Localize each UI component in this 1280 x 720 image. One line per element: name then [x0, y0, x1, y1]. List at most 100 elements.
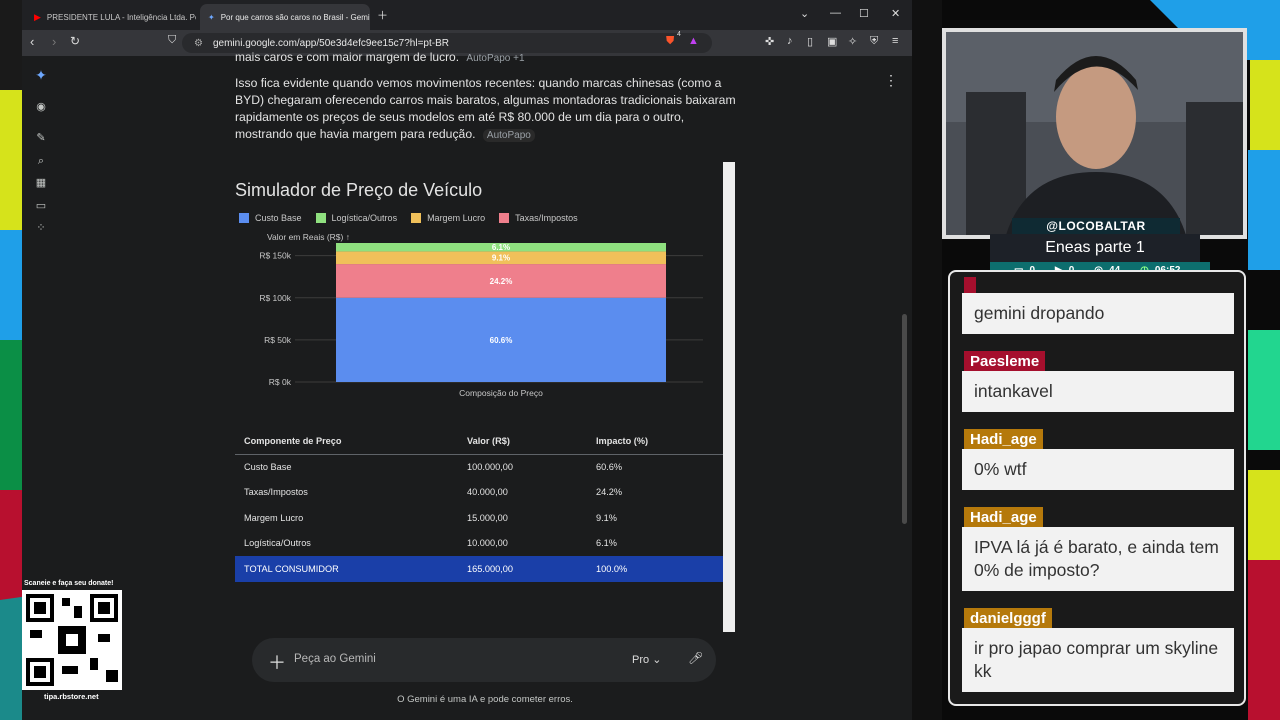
chat-message: ir pro japao comprar um skyline kk — [962, 628, 1234, 692]
donate-caption: Scaneie e faça seu donate! — [24, 580, 114, 587]
source-chip[interactable]: AutoPapo +1 — [466, 53, 524, 64]
table-total-row: TOTAL CONSUMIDOR 165.000,00 100.0% — [235, 556, 723, 582]
price-chart: Valor em Reais (R$) ↑ R$ 0k R$ 50k R$ 100k R… — [259, 232, 703, 398]
chat-message: IPVA lá já é barato, e ainda tem 0% de i… — [962, 527, 1234, 591]
chat-message: 0% wtf — [962, 449, 1234, 490]
brave-rewards-icon[interactable]: ▲ — [688, 35, 699, 47]
cell: 60.6% — [596, 462, 623, 472]
new-chat-icon[interactable]: ✎ — [34, 131, 48, 145]
reload-icon[interactable]: ↻ — [70, 34, 80, 48]
cell: 40.000,00 — [467, 487, 508, 498]
y-tick-label: R$ 100k — [259, 293, 291, 303]
legend-label: Margem Lucro — [427, 213, 486, 223]
cell: 9.1% — [596, 512, 617, 523]
tab-youtube[interactable]: ▶ PRESIDENTE LULA - Inteligência Ltda. P… — [26, 4, 196, 30]
legend-item[interactable]: Custo Base — [239, 213, 302, 223]
menu-icon[interactable]: ≡ — [892, 35, 898, 47]
source-chip[interactable]: AutoPapo — [482, 129, 535, 142]
webcam-feed — [942, 28, 1247, 239]
model-selector[interactable]: Pro ⌄ — [632, 653, 661, 666]
close-window-button[interactable]: ✕ — [891, 7, 900, 20]
previous-line: mais caros e com maior margem de lucro. … — [235, 50, 525, 64]
cell: Taxas/Impostos — [244, 487, 308, 498]
legend-item[interactable]: Logística/Outros — [315, 213, 398, 223]
search-icon[interactable]: ⌕ — [34, 154, 48, 168]
table-row: Margem Lucro 15.000,00 9.1% — [235, 505, 723, 531]
cell: TOTAL CONSUMIDOR — [235, 556, 458, 582]
data-label: 6.1% — [492, 243, 510, 252]
legend-item[interactable]: Margem Lucro — [411, 213, 485, 223]
header-impact: Impacto (%) — [587, 428, 723, 455]
gemini-page: ✦ ◉ ✎ ⌕ ▦ ▭ ⁘ ⋮ mais caros e com maior m… — [22, 50, 912, 720]
legend-label: Logística/Outros — [331, 213, 398, 223]
minimize-button[interactable]: — — [830, 7, 841, 19]
price-table: Componente de Preço Valor (R$) Impacto (… — [235, 428, 723, 582]
brave-shield-icon[interactable]: ⛊ — [666, 35, 674, 48]
table-header-row: Componente de Preço Valor (R$) Impacto (… — [235, 428, 723, 455]
apps-icon[interactable]: ⁘ — [34, 221, 48, 235]
canvas-scrollbar[interactable] — [723, 162, 735, 632]
browser-window: ▶ PRESIDENTE LULA - Inteligência Ltda. P… — [22, 0, 912, 720]
streamer-picture — [946, 32, 1243, 235]
gemini-logo-icon[interactable]: ✦ — [34, 68, 48, 82]
chat-username: Hadi_age — [964, 507, 1043, 529]
donate-qr-code[interactable] — [22, 590, 122, 690]
forward-icon[interactable]: › — [52, 34, 56, 49]
extensions-icon[interactable]: ✜ — [765, 35, 774, 48]
legend-swatch — [239, 213, 249, 223]
y-tick-label: R$ 50k — [264, 335, 292, 345]
gems-icon[interactable]: ▦ — [34, 176, 48, 190]
table-row: Custo Base 100.000,00 60.6% — [235, 454, 723, 480]
stream-title: Eneas parte 1 — [990, 234, 1200, 262]
cell: 100.000,00 — [467, 462, 513, 472]
legend-swatch — [411, 213, 422, 223]
chat-username: danielgggf — [964, 608, 1052, 630]
new-tab-button[interactable]: ＋ — [377, 7, 388, 23]
chart-legend: Custo Base Logística/Outros Margem Lucro Ta… — [239, 213, 578, 223]
legend-swatch — [315, 213, 326, 223]
chat-message: intankavel — [962, 371, 1234, 412]
cell: 165.000,00 — [458, 556, 587, 582]
cell: 100.0% — [587, 556, 723, 582]
cell: Logística/Outros — [244, 538, 311, 549]
header-component: Componente de Preço — [235, 428, 458, 455]
youtube-icon: ▶ — [34, 11, 41, 22]
prompt-input[interactable]: Peça ao Gemini — [294, 653, 376, 665]
tab-search-icon[interactable]: ⌄ — [800, 7, 809, 20]
cell: Custo Base — [244, 462, 292, 472]
toggle-sidebar-icon[interactable]: ◉ — [34, 100, 48, 114]
tab-title: PRESIDENTE LULA - Inteligência Ltda. Pod… — [46, 12, 196, 22]
site-info-icon[interactable]: ⚙ — [194, 38, 203, 49]
y-tick-label: R$ 0k — [269, 377, 292, 387]
chat-username: Paesleme — [964, 351, 1046, 373]
shield-count: 4 — [677, 31, 681, 38]
response-paragraph: Isso fica evidente quando vemos moviment… — [235, 75, 740, 144]
add-icon[interactable]: ＋ — [268, 649, 286, 675]
page-scrollbar[interactable] — [902, 314, 907, 524]
leo-icon[interactable]: ✧ — [848, 35, 857, 48]
more-options-icon[interactable]: ⋮ — [884, 72, 898, 89]
maximize-button[interactable]: ☐ — [859, 7, 869, 20]
back-icon[interactable]: ‹ — [30, 34, 34, 49]
chat-username: Hadi_age — [964, 429, 1043, 451]
vpn-icon[interactable]: ⛨ — [870, 35, 878, 48]
x-tick-label: Composição do Preço — [459, 388, 543, 398]
cell: 10.000,00 — [467, 538, 508, 549]
prompt-bar[interactable]: ＋ Peça ao Gemini Pro ⌄ 🎤︎ — [252, 638, 716, 682]
bookmark-icon[interactable]: ⛉ — [168, 34, 176, 47]
sidebar-icon[interactable]: ▯ — [807, 35, 813, 48]
chat-message: gemini dropando — [962, 293, 1234, 334]
wallet-icon[interactable]: ▣ — [827, 35, 837, 48]
music-icon[interactable]: ♪ — [787, 35, 793, 47]
header-value: Valor (R$) — [458, 428, 587, 455]
table-row: Taxas/Impostos 40.000,00 24.2% — [235, 480, 723, 506]
canvas-title: Simulador de Preço de Veículo — [235, 180, 483, 200]
data-label: 60.6% — [490, 336, 513, 345]
library-icon[interactable]: ▭ — [34, 199, 48, 213]
legend-item[interactable]: Taxas/Impostos — [499, 213, 578, 223]
y-axis-label: Valor em Reais (R$) ↑ — [267, 232, 350, 242]
tab-gemini[interactable]: ✦ Por que carros são caros no Brasil - G… — [200, 4, 370, 30]
microphone-icon[interactable]: 🎤︎ — [688, 651, 703, 665]
url-text: gemini.google.com/app/50e3d4efc9ee15c7?h… — [212, 37, 449, 49]
legend-swatch — [499, 213, 510, 223]
